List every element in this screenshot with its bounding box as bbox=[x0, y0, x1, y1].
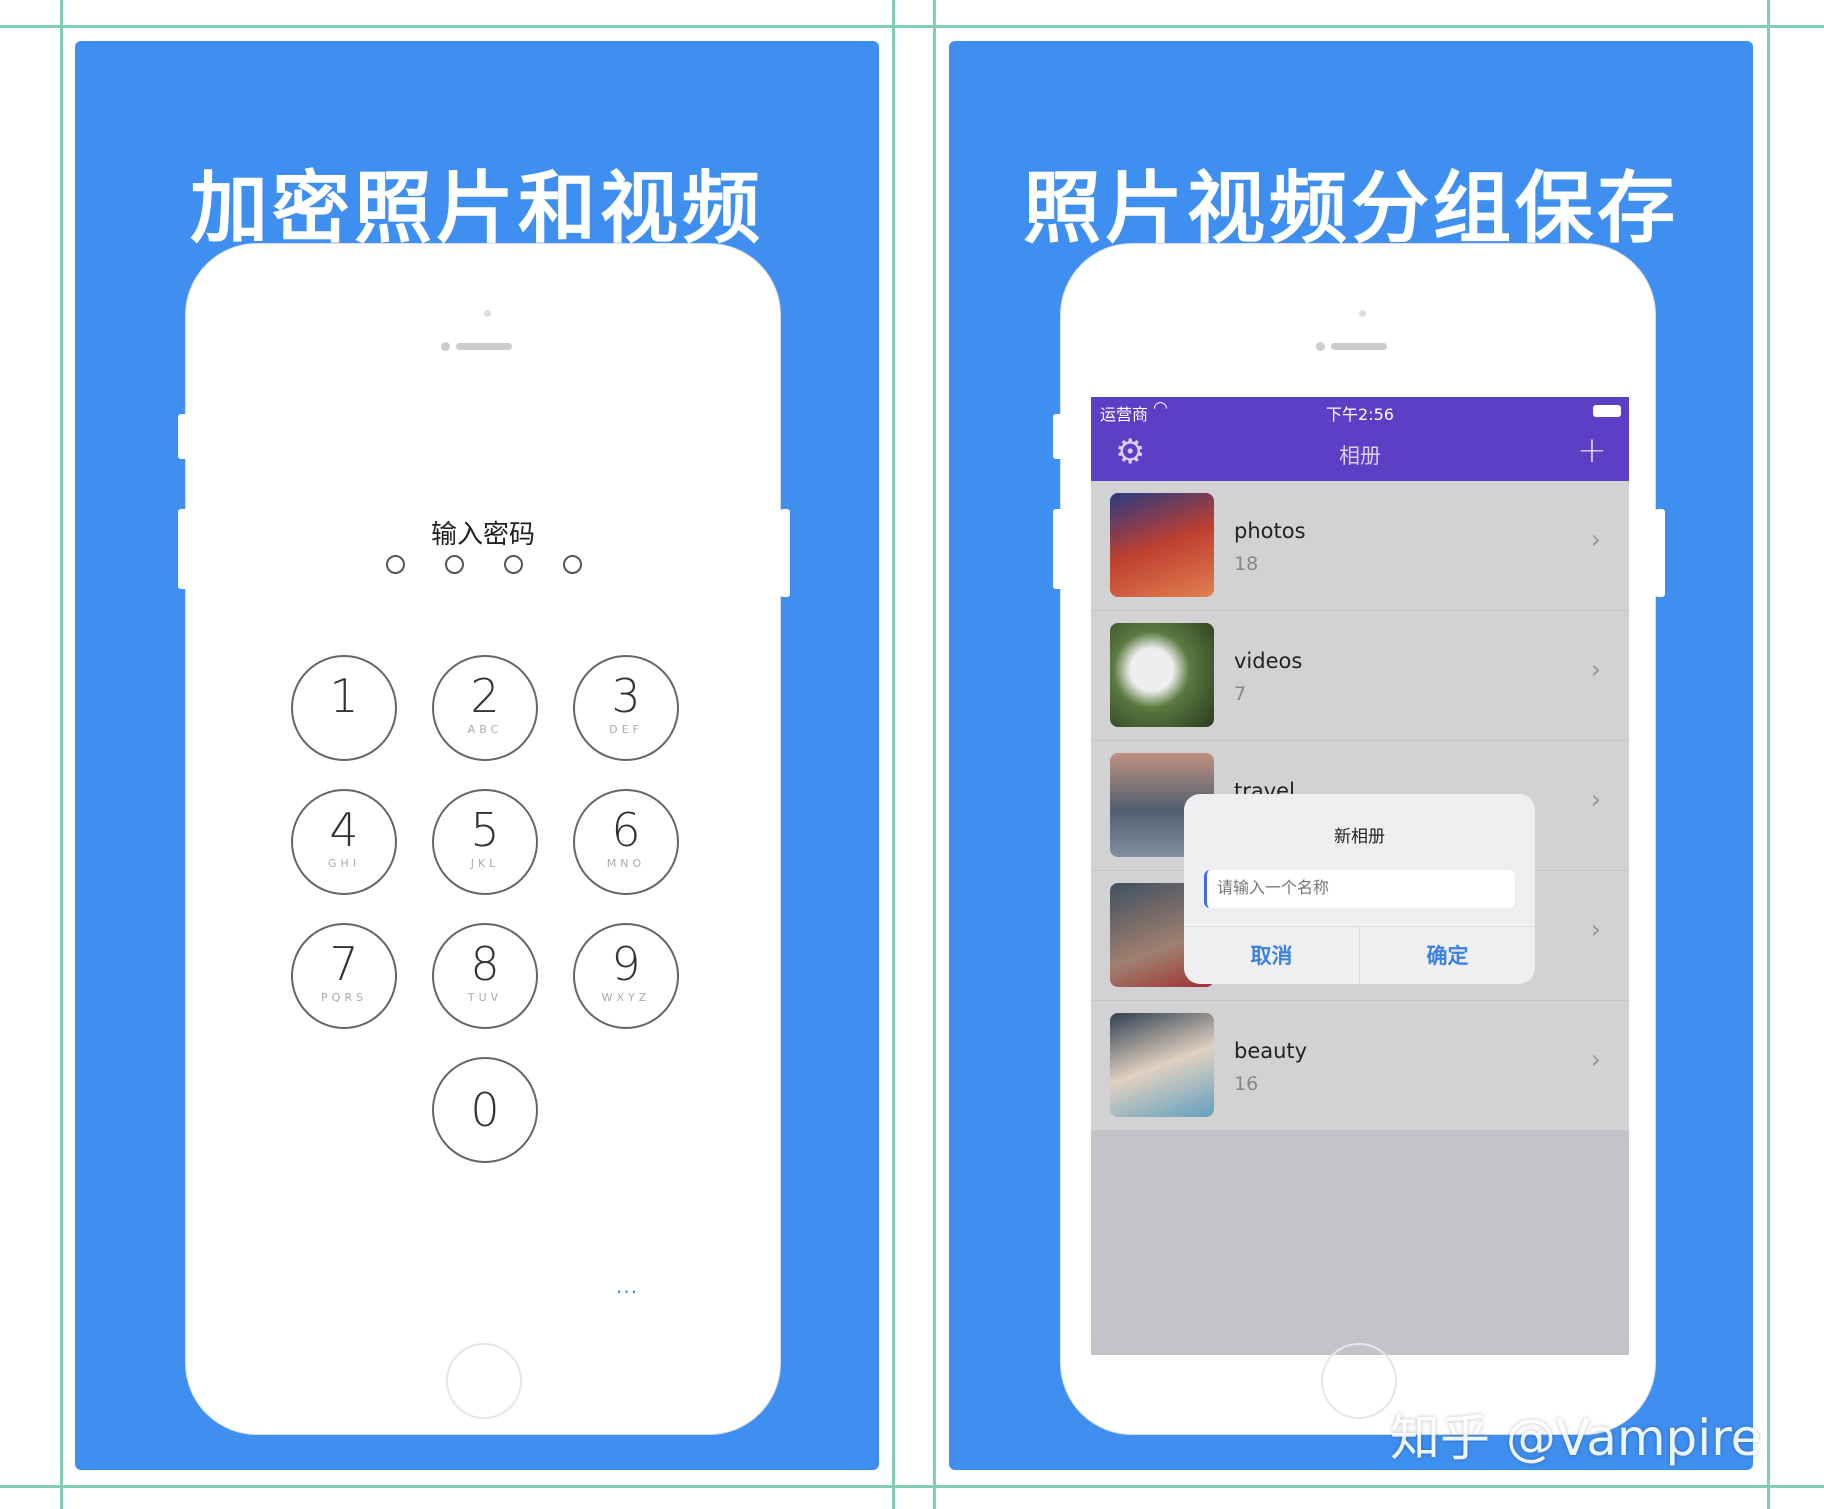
key-digit: 6 bbox=[611, 803, 641, 857]
album-row[interactable]: beauty 16 › bbox=[1091, 1001, 1629, 1131]
nav-title: 相册 bbox=[1339, 444, 1381, 468]
home-button[interactable] bbox=[446, 1343, 522, 1419]
phone-mockup: 运营商 ◠ 下午2:56 ⚙ 相册 + photos 18 › videos 7 › tra… bbox=[1053, 243, 1665, 1435]
passcode-title: 输入密码 bbox=[430, 520, 535, 550]
guide-line bbox=[0, 25, 1824, 28]
time: 下午2:56 bbox=[1326, 405, 1394, 424]
album-name: videos bbox=[1234, 649, 1303, 673]
keypad-key-6[interactable]: 6 MNO bbox=[573, 789, 679, 895]
panel-title: 加密照片和视频 bbox=[189, 164, 764, 254]
key-digit: 0 bbox=[470, 1083, 500, 1137]
passcode-dot bbox=[386, 555, 405, 574]
left-panel: 加密照片和视频 输入密码 1 2 ABC 3 DEF 4 GHI 5 JKL 6 MNO 7 PQRS 8… bbox=[75, 41, 879, 1470]
guide-line bbox=[933, 0, 936, 1509]
keypad-key-8[interactable]: 8 TUV bbox=[432, 923, 538, 1029]
album-count: 7 bbox=[1234, 683, 1247, 705]
keypad-key-3[interactable]: 3 DEF bbox=[573, 655, 679, 761]
key-digit: 8 bbox=[470, 937, 500, 991]
speaker bbox=[1331, 343, 1387, 350]
right-panel: 照片视频分组保存 运营商 ◠ 下午2:56 ⚙ 相册 + photos 18 › vi… bbox=[949, 41, 1753, 1470]
passcode-dot bbox=[504, 555, 523, 574]
key-digit: 1 bbox=[329, 669, 359, 723]
key-letters: DEF bbox=[609, 723, 643, 736]
camera bbox=[1316, 342, 1325, 351]
guide-line bbox=[60, 0, 63, 1509]
nav-bar: ⚙ 相册 + bbox=[1091, 426, 1629, 481]
keypad-key-0[interactable]: 0 bbox=[432, 1057, 538, 1163]
battery-icon bbox=[1593, 405, 1621, 417]
confirm-button[interactable]: 确定 bbox=[1359, 927, 1535, 984]
keypad-key-5[interactable]: 5 JKL bbox=[432, 789, 538, 895]
keypad-key-2[interactable]: 2 ABC bbox=[432, 655, 538, 761]
more-link[interactable]: ... bbox=[616, 1274, 638, 1298]
key-letters: GHI bbox=[327, 857, 361, 870]
phone-mockup: 输入密码 1 2 ABC 3 DEF 4 GHI 5 JKL 6 MNO 7 PQRS 8 TUV 9 WXYZ… bbox=[178, 243, 790, 1435]
chevron-right-icon: › bbox=[1590, 915, 1601, 945]
key-letters: JKL bbox=[470, 857, 500, 870]
passcode-dot bbox=[445, 555, 464, 574]
plus-icon[interactable]: + bbox=[1577, 430, 1607, 471]
chevron-right-icon: › bbox=[1590, 655, 1601, 685]
side-button bbox=[178, 414, 188, 459]
keypad-key-1[interactable]: 1 bbox=[291, 655, 397, 761]
album-name: photos bbox=[1234, 519, 1306, 543]
home-button[interactable] bbox=[1321, 1343, 1397, 1419]
key-letters: WXYZ bbox=[601, 991, 651, 1004]
key-digit: 7 bbox=[329, 937, 359, 991]
side-button bbox=[1053, 414, 1063, 459]
speaker bbox=[456, 343, 512, 350]
status-bar: 运营商 ◠ 下午2:56 bbox=[1091, 397, 1629, 426]
album-name-input[interactable] bbox=[1204, 870, 1515, 908]
key-letters: ABC bbox=[467, 723, 503, 736]
album-name: beauty bbox=[1234, 1039, 1308, 1063]
keypad-key-9[interactable]: 9 WXYZ bbox=[573, 923, 679, 1029]
panel-title: 照片视频分组保存 bbox=[1022, 164, 1679, 254]
sensor bbox=[484, 310, 491, 317]
keypad-key-4[interactable]: 4 GHI bbox=[291, 789, 397, 895]
cancel-button[interactable]: 取消 bbox=[1184, 927, 1359, 984]
guide-line bbox=[892, 0, 895, 1509]
side-button bbox=[1053, 509, 1063, 589]
album-thumbnail bbox=[1110, 623, 1214, 727]
passcode-dot bbox=[563, 555, 582, 574]
album-count: 18 bbox=[1234, 553, 1259, 575]
album-row[interactable]: videos 7 › bbox=[1091, 611, 1629, 741]
key-letters: MNO bbox=[606, 857, 646, 870]
key-digit: 5 bbox=[470, 803, 500, 857]
side-button bbox=[1655, 509, 1665, 597]
album-thumbnail bbox=[1110, 493, 1214, 597]
key-digit: 9 bbox=[611, 937, 641, 991]
guide-line bbox=[0, 1485, 1824, 1488]
key-letters: PQRS bbox=[321, 991, 367, 1004]
keypad-key-7[interactable]: 7 PQRS bbox=[291, 923, 397, 1029]
chevron-right-icon: › bbox=[1590, 1045, 1601, 1075]
new-album-dialog: 新相册 取消 确定 bbox=[1184, 794, 1535, 984]
sensor bbox=[1359, 310, 1366, 317]
guide-line bbox=[1767, 0, 1770, 1509]
album-count: 16 bbox=[1234, 1073, 1259, 1095]
chevron-right-icon: › bbox=[1590, 525, 1601, 555]
chevron-right-icon: › bbox=[1590, 785, 1601, 815]
dialog-title: 新相册 bbox=[1334, 827, 1385, 847]
app-screen: 运营商 ◠ 下午2:56 ⚙ 相册 + photos 18 › videos 7 › tra… bbox=[1091, 397, 1629, 1355]
album-row[interactable]: photos 18 › bbox=[1091, 481, 1629, 611]
key-digit: 4 bbox=[329, 803, 359, 857]
album-thumbnail bbox=[1110, 1013, 1214, 1117]
camera bbox=[441, 342, 450, 351]
key-digit: 3 bbox=[611, 669, 641, 723]
key-digit: 2 bbox=[470, 669, 500, 723]
side-button bbox=[780, 509, 790, 597]
key-letters: TUV bbox=[467, 991, 503, 1004]
watermark: 知乎 @Vampire bbox=[1390, 1409, 1762, 1467]
